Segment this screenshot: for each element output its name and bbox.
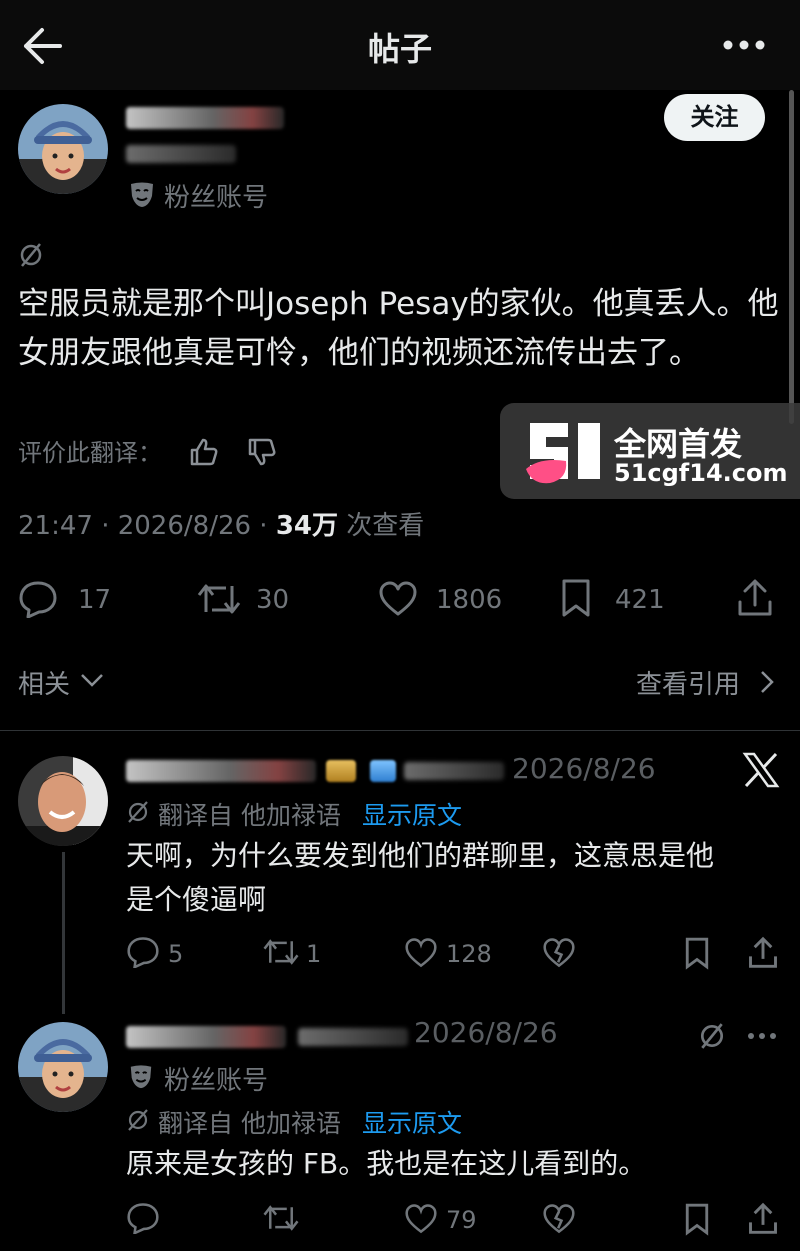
reply-text: 天啊，为什么要发到他们的群聊里，这意思是他 是个傻逼啊	[126, 834, 714, 922]
like-heart-icon[interactable]	[404, 1203, 438, 1235]
translate-icon	[18, 242, 44, 268]
views-label: 次查看	[346, 511, 425, 541]
related-label: 相关	[18, 670, 71, 700]
thumbs-down-icon[interactable]	[246, 436, 278, 468]
translate-icon	[126, 1108, 150, 1132]
emoji-badge-yellow	[326, 760, 356, 782]
account-type-label: 粉丝账号	[164, 183, 269, 213]
translated-from-label: 翻译自 他加禄语	[158, 1109, 341, 1138]
reply-text-line: 是个傻逼啊	[126, 883, 267, 916]
share-icon[interactable]	[748, 936, 778, 970]
reply-icon[interactable]	[126, 1202, 160, 1234]
author-handle-redacted	[126, 145, 236, 163]
like-count: 79	[446, 1206, 477, 1234]
reply-author-avatar[interactable]	[18, 1022, 108, 1112]
views-count: 34万	[275, 511, 339, 541]
translate-icon	[698, 1022, 726, 1050]
reply-count: 17	[78, 585, 112, 615]
broken-heart-icon[interactable]	[542, 1203, 576, 1235]
post-meta: 21:47 · 2026/8/26 · 34万 次查看	[18, 509, 424, 543]
post-timestamp: 21:47 · 2026/8/26 ·	[18, 511, 268, 541]
translate-icon	[126, 800, 150, 824]
reply-author-name-redacted	[126, 1026, 286, 1048]
scrollbar[interactable]	[789, 90, 794, 424]
author-avatar[interactable]	[18, 104, 108, 194]
watermark-banner: 全网首发 51cgf14.com	[500, 403, 800, 499]
reply-text: 原来是女孩的 FB。我也是在这儿看到的。	[126, 1147, 647, 1180]
watermark-logo	[524, 417, 604, 491]
like-heart-icon[interactable]	[378, 580, 418, 618]
thread-connector	[62, 852, 65, 1014]
repost-icon[interactable]	[196, 580, 242, 618]
account-type-label: 粉丝账号	[164, 1066, 269, 1096]
mask-icon	[128, 1063, 154, 1089]
more-options-icon[interactable]	[746, 1028, 778, 1044]
bookmark-icon[interactable]	[684, 936, 710, 970]
translated-from-label: 翻译自 他加禄语	[158, 801, 341, 830]
show-original-link[interactable]: 显示原文	[362, 1104, 462, 1140]
like-count: 128	[446, 940, 492, 968]
reply-icon[interactable]	[126, 936, 160, 968]
reply-handle-redacted	[404, 762, 504, 780]
mask-icon	[128, 180, 156, 208]
author-name-redacted	[126, 107, 284, 129]
like-count: 1806	[436, 585, 503, 615]
chevron-down-icon[interactable]	[80, 672, 104, 688]
repost-count: 1	[306, 940, 322, 968]
thumbs-up-icon[interactable]	[188, 436, 220, 468]
repost-icon[interactable]	[262, 936, 300, 968]
repost-icon[interactable]	[262, 1202, 300, 1234]
show-original-link[interactable]: 显示原文	[362, 796, 462, 832]
x-logo-icon	[742, 752, 780, 788]
bookmark-icon[interactable]	[684, 1202, 710, 1236]
follow-button[interactable]: 关注	[664, 94, 765, 141]
chevron-right-icon[interactable]	[760, 670, 774, 694]
bookmark-count: 421	[615, 585, 665, 615]
related-dropdown[interactable]: 相关	[18, 664, 70, 701]
watermark-url: 51cgf14.com	[614, 459, 788, 487]
reply-date: 2026/8/26	[512, 752, 656, 785]
repost-count: 30	[256, 585, 290, 615]
share-icon[interactable]	[737, 578, 773, 618]
reply-count: 5	[168, 940, 184, 968]
reply-handle-redacted	[298, 1028, 408, 1046]
more-options-icon[interactable]	[720, 30, 768, 60]
like-heart-icon[interactable]	[404, 937, 438, 969]
reply-author-name-redacted	[126, 760, 316, 782]
reply-icon[interactable]	[18, 580, 58, 618]
share-icon[interactable]	[748, 1202, 778, 1236]
broken-heart-icon[interactable]	[542, 937, 576, 969]
reply-avatar[interactable]	[18, 756, 108, 846]
rate-translation-label: 评价此翻译：	[18, 439, 162, 467]
bookmark-icon[interactable]	[560, 578, 592, 618]
view-quotes-link[interactable]: 查看引用	[636, 664, 740, 701]
page-title: 帖子	[367, 30, 432, 68]
emoji-badge-blue	[370, 760, 396, 782]
section-divider	[0, 730, 800, 731]
post-text: 空服员就是那个叫Joseph Pesay的家伙。他真丢人。他女朋友跟他真是可怜，…	[18, 286, 779, 371]
reply-text-line: 天啊，为什么要发到他们的群聊里，这意思是他	[126, 839, 715, 872]
reply-date: 2026/8/26	[414, 1016, 558, 1049]
